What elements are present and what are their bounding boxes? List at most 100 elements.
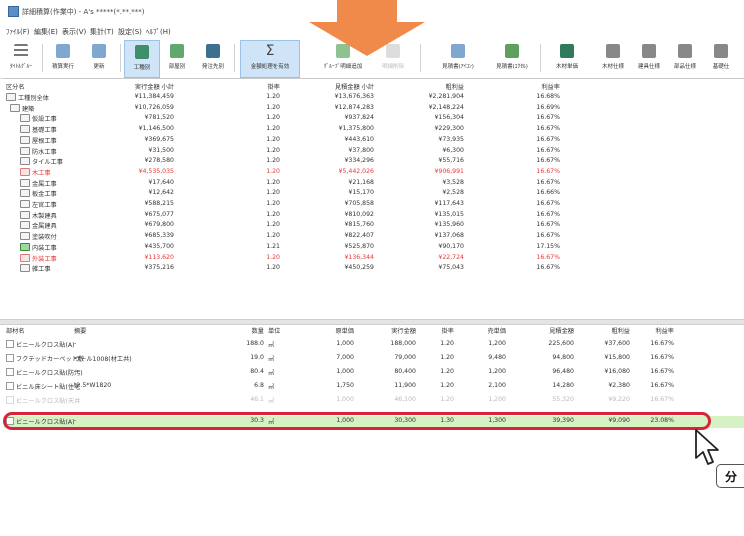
row-checkbox[interactable] bbox=[6, 340, 14, 348]
header-amount[interactable]: 実行金額 小計 bbox=[104, 82, 174, 91]
detail-cell-unit: ㎡ bbox=[268, 356, 275, 363]
summary-row[interactable]: 屋根工事 ¥369,675 1.20 ¥443,610 ¥73,935 16.67% bbox=[4, 135, 744, 146]
detail-row[interactable]: ビニールクロス貼(防汚) - 80.4 ㎡ 1,000 80,400 1.20 1,200 96… bbox=[4, 367, 744, 379]
detail-row[interactable]: ビニールクロス貼(天井 46.1 ㎡ 1,000 46,100 1.20 1,200 55,3… bbox=[4, 395, 744, 407]
detail-cell-sell: 1,200 bbox=[488, 368, 506, 375]
category-label: 工種別全体 bbox=[18, 95, 49, 102]
parts-spec-button[interactable]: 部品仕様 bbox=[668, 40, 702, 76]
summary-row[interactable]: 外装工事 ¥113,620 1.20 ¥136,344 ¥22,724 16.67% bbox=[4, 253, 744, 264]
summary-cell-pct: 16.67% bbox=[536, 200, 560, 207]
menu-view[interactable]: 表示(V) bbox=[62, 27, 86, 37]
summary-cell-estimate: ¥5,442,026 bbox=[338, 167, 374, 175]
summary-row[interactable]: 仮設工事 ¥781,520 1.20 ¥937,824 ¥156,304 16.67% bbox=[4, 113, 744, 124]
by-type-icon bbox=[135, 45, 149, 59]
row-checkbox[interactable] bbox=[6, 368, 14, 376]
header-pct[interactable]: 利益率 bbox=[530, 82, 560, 91]
menu-help[interactable]: ﾍﾙﾌﾟ(H) bbox=[146, 27, 171, 37]
summary-cell-name: 内装工事 bbox=[20, 242, 57, 252]
header-qty[interactable]: 数量 bbox=[234, 326, 264, 335]
header-profit[interactable]: 粗利益 bbox=[394, 82, 464, 91]
by-vendor-button[interactable]: 発注先別 bbox=[196, 40, 230, 76]
summary-cell-estimate: ¥37,800 bbox=[348, 146, 374, 154]
summary-row[interactable]: 左官工事 ¥588,215 1.20 ¥705,858 ¥117,643 16.67% bbox=[4, 199, 744, 210]
estimate-excel-button[interactable]: 見積書(ｴｸｾﾙ) bbox=[490, 40, 534, 76]
calc-run-icon bbox=[56, 44, 70, 58]
header-pct[interactable]: 利益率 bbox=[644, 326, 674, 335]
menu-total[interactable]: 集計(T) bbox=[90, 27, 114, 37]
summary-row[interactable]: 工種別全体 ¥11,384,459 1.20 ¥13,676,363 ¥2,281,90… bbox=[4, 92, 744, 103]
summary-row[interactable]: 雑工事 ¥375,216 1.20 ¥450,259 ¥75,043 16.67% bbox=[4, 263, 744, 274]
estimate-icon-button[interactable]: 見積書(ｱｲｺﾝ) bbox=[436, 40, 480, 76]
folder-icon bbox=[20, 178, 30, 187]
menu-settings[interactable]: 設定(S) bbox=[118, 27, 142, 37]
header-est[interactable]: 見積金額 bbox=[524, 326, 574, 335]
refresh-button[interactable]: 更新 bbox=[82, 40, 116, 76]
summary-cell-profit: ¥135,960 bbox=[434, 221, 464, 229]
detail-row[interactable]: ビニル床シート貼(住宅 t2.5*W1820 6.8 ㎡ 1,750 11,900 1.20… bbox=[4, 381, 744, 393]
header-spec[interactable]: 摘要 bbox=[74, 326, 86, 335]
amount-process-toggle[interactable]: Σ 金額処理を有効 bbox=[240, 40, 300, 78]
summary-row[interactable]: 塗装吹付 ¥685,339 1.20 ¥822,407 ¥137,068 16.67% bbox=[4, 231, 744, 242]
category-label: 基礎工事 bbox=[32, 127, 57, 135]
detail-cell-est: 225,600 bbox=[548, 340, 574, 347]
header-rate[interactable]: 掛率 bbox=[240, 82, 280, 91]
detail-cell-exec: 80,400 bbox=[394, 368, 416, 375]
detail-cell-sell: 9,480 bbox=[488, 354, 506, 361]
summary-cell-profit: ¥6,300 bbox=[442, 146, 464, 154]
fitting-spec-icon bbox=[642, 44, 656, 58]
summary-row[interactable]: 板金工事 ¥12,642 1.20 ¥15,170 ¥2,528 16.66% bbox=[4, 188, 744, 199]
fitting-spec-button[interactable]: 建具仕様 bbox=[632, 40, 666, 76]
menu-file[interactable]: ﾌｧｲﾙ(F) bbox=[6, 27, 30, 37]
row-checkbox[interactable] bbox=[6, 354, 14, 362]
category-label: 金属工事 bbox=[32, 180, 57, 188]
header-rate[interactable]: 掛率 bbox=[424, 326, 454, 335]
summary-cell-rate: 1.21 bbox=[266, 242, 280, 250]
foundation-spec-button[interactable]: 基礎仕 bbox=[704, 40, 738, 76]
summary-row[interactable]: タイル工事 ¥278,580 1.20 ¥334,296 ¥55,716 16.67% bbox=[4, 156, 744, 167]
wood-price-button[interactable]: 木材単価 bbox=[550, 40, 584, 76]
title-group-button[interactable]: ﾀｲﾄﾙｸﾞﾙｰ bbox=[4, 40, 38, 76]
wood-spec-button[interactable]: 木材仕様 bbox=[596, 40, 630, 76]
summary-row[interactable]: 金属工事 ¥17,640 1.20 ¥21,168 ¥3,528 16.67% bbox=[4, 178, 744, 189]
header-sell[interactable]: 売単価 bbox=[466, 326, 506, 335]
menu-edit[interactable]: 編集(E) bbox=[34, 27, 58, 37]
folder-icon bbox=[20, 264, 30, 273]
header-prof[interactable]: 粗利益 bbox=[590, 326, 630, 335]
header-material[interactable]: 部材名 bbox=[6, 326, 25, 335]
header-exec[interactable]: 実行金額 bbox=[366, 326, 416, 335]
summary-row[interactable]: 防水工事 ¥31,500 1.20 ¥37,800 ¥6,300 16.67% bbox=[4, 146, 744, 157]
summary-cell-estimate: ¥1,375,800 bbox=[338, 125, 374, 133]
detail-row[interactable]: フクテッドカーペット敷 ウール1008(材工共) 19.0 ㎡ 7,000 79,000 1… bbox=[4, 353, 744, 365]
summary-cell-amount: ¥10,726,059 bbox=[134, 103, 174, 111]
summary-cell-amount: ¥675,077 bbox=[144, 210, 174, 218]
summary-cell-name: 左官工事 bbox=[20, 200, 57, 209]
summary-cell-rate: 1.20 bbox=[266, 189, 280, 197]
detail-cell-spec: t2.5*W1820 bbox=[74, 382, 112, 389]
calc-run-button[interactable]: 積算実行 bbox=[46, 40, 80, 76]
header-unit[interactable]: 単位 bbox=[268, 326, 280, 335]
detail-row[interactable]: ビニールクロス貼(A) - 188.0 ㎡ 1,000 188,000 1.20 1,200 2… bbox=[4, 339, 744, 351]
summary-cell-estimate: ¥815,760 bbox=[344, 221, 374, 229]
header-cost[interactable]: 原単価 bbox=[314, 326, 354, 335]
header-name[interactable]: 区分名 bbox=[6, 82, 25, 91]
detail-cell-name: ビニールクロス貼(天井 bbox=[6, 396, 80, 405]
detail-cell-pct: 16.67% bbox=[650, 396, 674, 403]
summary-row[interactable]: 建築 ¥10,726,059 1.20 ¥12,874,283 ¥2,148,224 16… bbox=[4, 103, 744, 114]
row-checkbox[interactable] bbox=[6, 396, 14, 404]
row-checkbox[interactable] bbox=[6, 382, 14, 390]
header-estimate[interactable]: 見積金額 小計 bbox=[304, 82, 374, 91]
summary-cell-amount: ¥435,700 bbox=[144, 242, 174, 250]
summary-row[interactable]: 木製建具 ¥675,077 1.20 ¥810,092 ¥135,015 16.67% bbox=[4, 210, 744, 221]
category-label: 防水工事 bbox=[32, 148, 57, 156]
detail-cell-prof: ¥2,380 bbox=[608, 382, 630, 389]
summary-cell-estimate: ¥705,858 bbox=[344, 200, 374, 207]
summary-row[interactable]: 基礎工事 ¥1,146,500 1.20 ¥1,375,800 ¥229,300 16.6… bbox=[4, 124, 744, 135]
by-room-button[interactable]: 部屋別 bbox=[160, 40, 194, 76]
detail-cell-exec: 188,000 bbox=[390, 340, 416, 347]
callout-label: 分 bbox=[716, 464, 744, 488]
category-label: 塗装吹付 bbox=[32, 234, 57, 242]
summary-row[interactable]: 金属建具 ¥679,800 1.20 ¥815,760 ¥135,960 16.67% bbox=[4, 220, 744, 231]
by-type-button[interactable]: 工種別 bbox=[124, 40, 160, 78]
summary-row[interactable]: 内装工事 ¥435,700 1.21 ¥525,870 ¥90,170 17.15% bbox=[4, 242, 744, 253]
summary-row[interactable]: 木工事 ¥4,535,035 1.20 ¥5,442,026 ¥906,991 16.67… bbox=[4, 167, 744, 178]
